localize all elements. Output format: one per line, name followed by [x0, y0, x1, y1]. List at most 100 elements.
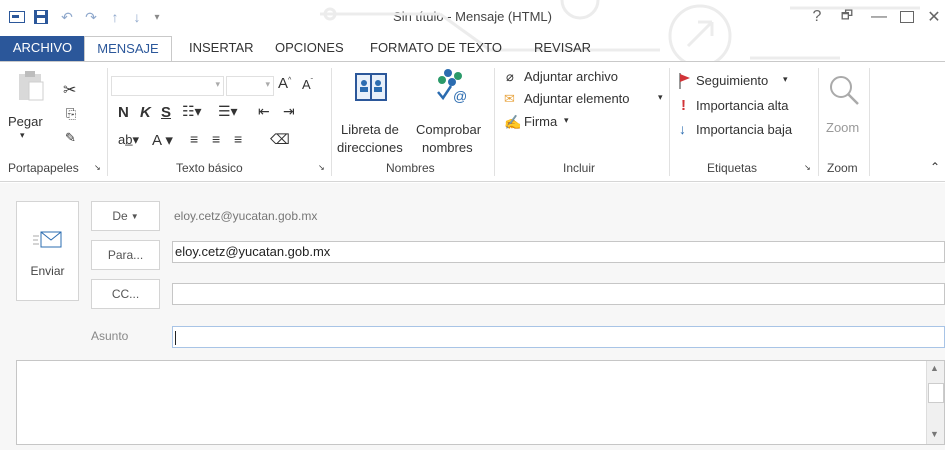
font-color-icon[interactable]: A ▾ — [152, 131, 173, 149]
tab-formato-de-texto[interactable]: FORMATO DE TEXTO — [366, 36, 506, 62]
group-label-nombres: Nombres — [386, 161, 435, 175]
send-button[interactable]: Enviar — [16, 201, 79, 301]
from-button[interactable]: De ▼ — [91, 201, 160, 231]
highlight-icon[interactable]: ab̲▾ — [118, 132, 139, 148]
align-left-icon[interactable]: ≡ — [190, 131, 198, 147]
numbering-icon[interactable]: ☰▾ — [218, 103, 238, 120]
to-button[interactable]: Para... — [91, 240, 160, 270]
help-button[interactable]: ? — [806, 6, 828, 28]
cc-button[interactable]: CC... — [91, 279, 160, 309]
tab-archivo[interactable]: ARCHIVO — [0, 36, 85, 62]
signature-icon: ✍ — [504, 114, 522, 130]
group-label-incluir: Incluir — [563, 161, 596, 175]
text-cursor — [175, 330, 176, 345]
separator — [818, 68, 819, 176]
scrollbar-thumb[interactable] — [928, 383, 944, 403]
from-button-label: De — [112, 209, 128, 223]
maximize-button[interactable] — [896, 6, 918, 28]
check-names-icon: @ — [437, 69, 467, 104]
tab-opciones[interactable]: OPCIONES — [271, 36, 348, 62]
down-arrow-icon: ↓ — [679, 121, 686, 137]
cc-field[interactable] — [172, 283, 945, 305]
attach-item-label: Adjuntar elemento — [524, 91, 630, 106]
tab-mensaje[interactable]: MENSAJE — [84, 36, 172, 62]
vertical-scrollbar[interactable]: ▲ ▼ — [926, 361, 944, 444]
decrease-indent-icon[interactable]: ⇤ — [258, 103, 270, 120]
ribbon-display-options-button[interactable]: 🗗 — [836, 6, 858, 28]
ribbon: Pegar ▾ ✂ ⎘ ✎ Portapapeles ↘ ▾ ▾ A^ Aˇ N… — [0, 61, 945, 182]
check-names-label-1: Comprobar — [416, 122, 482, 137]
send-icon — [32, 231, 61, 248]
bullets-icon[interactable]: ☷▾ — [182, 103, 202, 120]
font-name-combo[interactable]: ▾ — [111, 76, 224, 96]
group-label-portapapeles: Portapapeles — [8, 161, 79, 175]
paste-button[interactable]: Pegar ▾ — [8, 68, 56, 158]
grow-font-icon[interactable]: A^ — [278, 75, 291, 92]
basic-text-launcher-icon[interactable]: ↘ — [318, 163, 325, 172]
separator — [869, 68, 870, 176]
svg-text:@: @ — [453, 88, 467, 104]
increase-indent-icon[interactable]: ⇥ — [283, 103, 295, 120]
chevron-down-icon: ▼ — [130, 211, 139, 221]
clear-formatting-icon[interactable]: ⌫ — [270, 131, 290, 148]
subject-field[interactable] — [172, 326, 945, 348]
message-body[interactable]: ▲ ▼ — [16, 360, 945, 445]
address-book-label-1: Libreta de — [341, 122, 399, 137]
chevron-down-icon: ▾ — [783, 74, 788, 84]
underline-button[interactable]: S — [161, 104, 171, 121]
bold-button[interactable]: N — [118, 104, 129, 121]
attach-file-button[interactable]: ⌀ Adjuntar archivo — [502, 68, 652, 88]
separator — [494, 68, 495, 176]
separator — [669, 68, 670, 176]
low-importance-button[interactable]: ↓ Importancia baja — [677, 121, 817, 141]
chevron-down-icon: ▾ — [658, 92, 663, 102]
clipboard-icon — [19, 71, 44, 101]
format-painter-icon[interactable]: ✎ — [65, 130, 76, 146]
check-names-label-2: nombres — [422, 140, 473, 155]
minimize-button[interactable]: — — [868, 6, 890, 28]
scroll-down-icon[interactable]: ▼ — [930, 429, 939, 439]
attach-item-button[interactable]: ✉ Adjuntar elemento ▾ — [502, 90, 666, 110]
close-button[interactable]: ✕ — [923, 6, 945, 28]
copy-icon[interactable]: ⎘ — [66, 106, 76, 122]
group-label-texto-basico: Texto básico — [176, 161, 243, 175]
align-center-icon[interactable]: ≡ — [212, 131, 220, 147]
outlook-compose-window: ↶ ↷ ↑ ↓ ▾ Sin título - Mensaje (HTML) ? … — [0, 0, 945, 450]
to-field[interactable]: eloy.cetz@yucatan.gob.mx — [172, 241, 945, 263]
compose-area: Enviar De ▼ eloy.cetz@yucatan.gob.mx Para… — [0, 183, 945, 450]
cut-icon[interactable]: ✂ — [63, 80, 76, 100]
signature-label: Firma — [524, 114, 558, 129]
align-right-icon[interactable]: ≡ — [234, 131, 242, 147]
high-importance-button[interactable]: ! Importancia alta — [677, 97, 817, 117]
chevron-down-icon: ▾ — [215, 79, 220, 89]
title-bar: ↶ ↷ ↑ ↓ ▾ Sin título - Mensaje (HTML) ? … — [0, 0, 945, 62]
separator — [331, 68, 332, 176]
window-title: Sin título - Mensaje (HTML) — [393, 9, 552, 24]
low-importance-label: Importancia baja — [696, 122, 793, 137]
envelope-icon: ✉ — [504, 91, 515, 106]
font-size-combo[interactable]: ▾ — [226, 76, 274, 96]
separator — [107, 68, 108, 176]
tab-revisar[interactable]: REVISAR — [530, 36, 595, 62]
paste-dropdown-icon[interactable]: ▾ — [20, 130, 25, 141]
send-label: Enviar — [30, 264, 65, 278]
subject-label: Asunto — [91, 329, 129, 343]
flag-icon — [679, 73, 690, 89]
italic-button[interactable]: K — [140, 104, 151, 121]
tab-insertar[interactable]: INSERTAR — [185, 36, 258, 62]
clipboard-launcher-icon[interactable]: ↘ — [94, 163, 101, 172]
follow-up-button[interactable]: Seguimiento ▾ — [677, 72, 807, 92]
check-names-button[interactable]: @ Comprobar nombres — [412, 68, 490, 158]
collapse-ribbon-icon[interactable]: ⌃ — [930, 160, 940, 174]
zoom-button[interactable]: Zoom — [822, 68, 866, 158]
address-book-label-2: direcciones — [337, 140, 403, 155]
group-label-etiquetas: Etiquetas — [707, 161, 758, 175]
signature-button[interactable]: ✍ Firma ▾ — [502, 113, 582, 133]
scroll-up-icon[interactable]: ▲ — [930, 363, 939, 373]
attach-file-label: Adjuntar archivo — [524, 69, 618, 84]
address-book-icon — [355, 73, 387, 101]
from-value: eloy.cetz@yucatan.gob.mx — [174, 209, 318, 223]
shrink-font-icon[interactable]: Aˇ — [302, 77, 313, 92]
address-book-button[interactable]: Libreta de direcciones — [337, 68, 413, 158]
tags-launcher-icon[interactable]: ↘ — [804, 163, 811, 172]
